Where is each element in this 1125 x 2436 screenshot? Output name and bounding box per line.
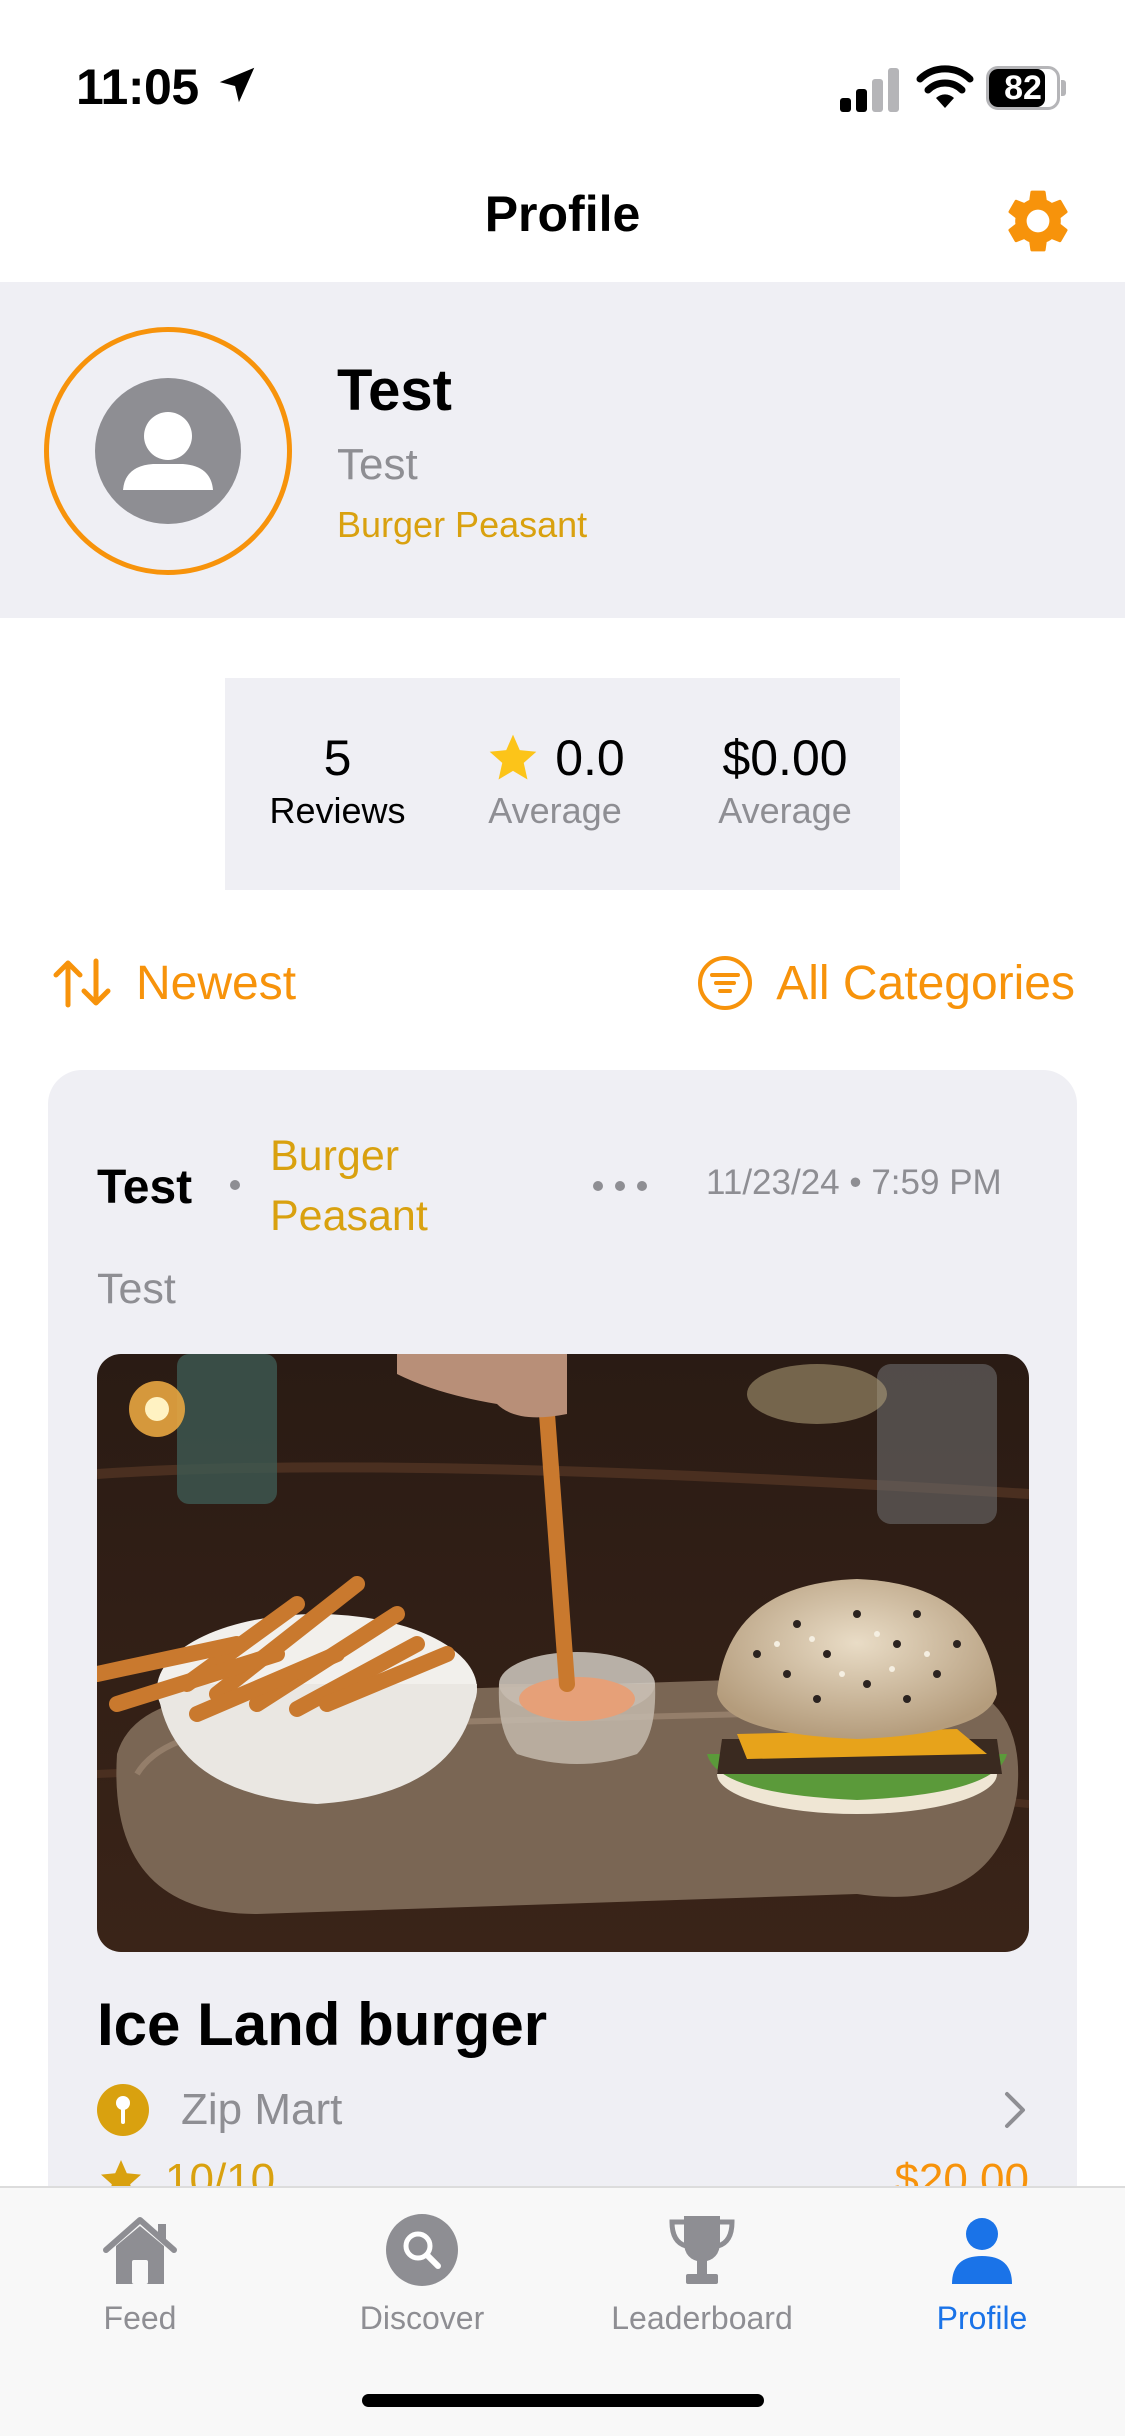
review-title: Ice Land burger bbox=[97, 1991, 548, 2058]
location-pin-icon bbox=[97, 2084, 149, 2136]
sort-label: Newest bbox=[136, 956, 297, 1010]
tab-profile-label: Profile bbox=[936, 2300, 1028, 2336]
filter-icon bbox=[698, 956, 753, 1010]
battery-indicator: 82 bbox=[986, 66, 1066, 110]
magnifier-icon bbox=[386, 2214, 458, 2286]
home-indicator bbox=[362, 2394, 764, 2407]
profile-rank: Burger Peasant bbox=[337, 504, 588, 545]
review-date: 11/23/24 • 7:59 PM bbox=[706, 1163, 1002, 1202]
stats-card: 5 Reviews 0.0 Average $0.00 Average bbox=[225, 678, 900, 890]
rating-stat: 0.0 Average bbox=[475, 728, 635, 834]
sort-button[interactable]: Newest bbox=[50, 950, 296, 1016]
rating-label: Average bbox=[488, 790, 622, 831]
burger-and-fries-photo bbox=[97, 1354, 1029, 1952]
location-arrow-icon bbox=[219, 67, 255, 103]
person-icon bbox=[952, 2218, 1012, 2284]
trophy-icon bbox=[669, 2216, 735, 2284]
battery-percent: 82 bbox=[1004, 69, 1042, 107]
tab-feed-label: Feed bbox=[103, 2300, 177, 2336]
profile-header: Test Test Burger Peasant bbox=[0, 282, 1125, 618]
status-bar: 11:05 82 bbox=[0, 0, 1125, 170]
separator-dot bbox=[230, 1180, 240, 1190]
tab-leaderboard-label: Leaderboard bbox=[611, 2300, 793, 2336]
cellular-signal-icon bbox=[840, 68, 899, 112]
reviews-label: Reviews bbox=[269, 790, 406, 831]
page-title: Profile bbox=[484, 186, 641, 242]
tab-leaderboard[interactable]: Leaderboard bbox=[602, 2208, 802, 2337]
review-caption: Test bbox=[97, 1265, 176, 1313]
more-options-icon[interactable] bbox=[588, 1174, 652, 1198]
tab-discover[interactable]: Discover bbox=[322, 2208, 522, 2337]
house-icon bbox=[103, 2217, 177, 2284]
review-author-rank: Burger Peasant bbox=[270, 1132, 428, 1240]
person-placeholder-icon bbox=[123, 412, 213, 490]
reviews-count: 5 bbox=[323, 730, 352, 786]
status-time: 11:05 bbox=[76, 59, 199, 115]
reviews-stat: 5 Reviews bbox=[255, 728, 420, 834]
avatar-ring[interactable] bbox=[44, 327, 292, 575]
average-rating: 0.0 bbox=[555, 730, 625, 786]
category-label: All Categories bbox=[776, 956, 1075, 1010]
chevron-right-icon bbox=[1005, 2092, 1025, 2128]
sort-arrows-icon bbox=[53, 958, 111, 1008]
review-photo[interactable] bbox=[97, 1354, 1029, 1952]
review-place-name: Zip Mart bbox=[181, 2085, 343, 2134]
profile-name: Test bbox=[337, 358, 452, 423]
review-place-row[interactable]: Zip Mart bbox=[97, 2080, 1029, 2140]
star-icon bbox=[489, 734, 537, 780]
category-filter-button[interactable]: All Categories bbox=[696, 950, 1075, 1016]
tab-discover-label: Discover bbox=[359, 2300, 485, 2336]
price-label: Average bbox=[718, 790, 852, 831]
gear-icon[interactable] bbox=[1000, 183, 1076, 259]
tab-feed[interactable]: Feed bbox=[40, 2208, 240, 2337]
price-stat: $0.00 Average bbox=[695, 728, 875, 834]
tab-profile[interactable]: Profile bbox=[882, 2208, 1082, 2337]
review-author[interactable]: Test bbox=[97, 1160, 192, 1215]
avatar bbox=[95, 378, 241, 524]
profile-username: Test bbox=[337, 440, 418, 489]
wifi-icon bbox=[916, 65, 974, 108]
average-price: $0.00 bbox=[722, 730, 848, 786]
